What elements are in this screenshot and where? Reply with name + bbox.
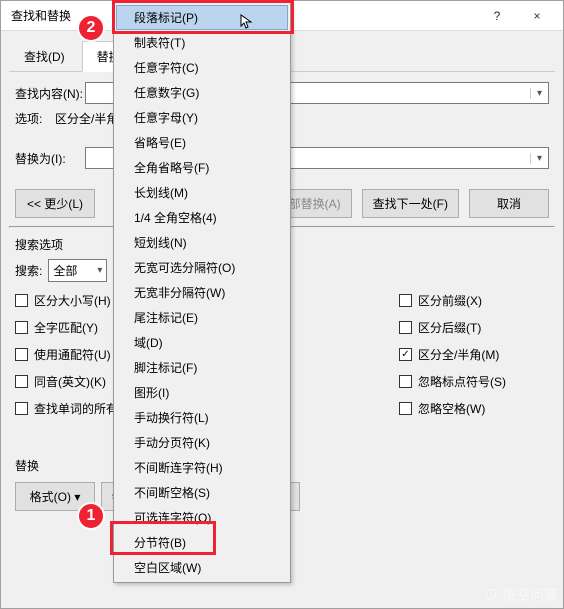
search-direction-select[interactable]: 全部 ▾: [48, 259, 107, 282]
special-format-menu: 段落标记(P)制表符(T)任意字符(C)任意数字(G)任意字母(Y)省略号(E)…: [113, 2, 291, 583]
checkbox-label: 区分前缀(X): [418, 292, 482, 309]
menu-item[interactable]: 脚注标记(F): [116, 355, 288, 380]
checkbox-label: 区分全/半角(M): [418, 346, 499, 363]
menu-item[interactable]: 全角省略号(F): [116, 155, 288, 180]
checkbox-box: [399, 375, 412, 388]
checkbox-label: 同音(英文)(K): [34, 373, 106, 390]
cancel-button[interactable]: 取消: [469, 189, 549, 218]
menu-item[interactable]: 不间断连字符(H): [116, 455, 288, 480]
checkbox-box: [15, 402, 28, 415]
checkbox-item[interactable]: 忽略空格(W): [399, 400, 549, 417]
options-label: 选项:: [15, 110, 55, 127]
dropdown-icon[interactable]: ▾: [530, 153, 548, 164]
checkbox-label: 区分大小写(H): [34, 292, 111, 309]
menu-item[interactable]: 无宽可选分隔符(O): [116, 255, 288, 280]
checkbox-item[interactable]: 区分全/半角(M): [399, 346, 549, 363]
checkbox-box: [15, 294, 28, 307]
menu-item[interactable]: 域(D): [116, 330, 288, 355]
checkbox-label: 忽略标点符号(S): [418, 373, 506, 390]
checkbox-label: 区分后缀(T): [418, 319, 481, 336]
checkbox-label: 全字匹配(Y): [34, 319, 98, 336]
menu-item[interactable]: 任意数字(G): [116, 80, 288, 105]
checkbox-box: [15, 348, 28, 361]
find-next-button[interactable]: 查找下一处(F): [362, 189, 459, 218]
menu-item[interactable]: 省略号(E): [116, 130, 288, 155]
checkbox-col-right: 区分前缀(X) 区分后缀(T) 区分全/半角(M) 忽略标点符号(S) 忽略空格(W): [399, 292, 549, 417]
checkbox-box: [399, 402, 412, 415]
checkbox-label: 忽略空格(W): [418, 400, 485, 417]
menu-item[interactable]: 长划线(M): [116, 180, 288, 205]
options-value: 区分全/半角: [55, 110, 118, 127]
checkbox-box: [399, 321, 412, 334]
less-button[interactable]: << 更少(L): [15, 189, 95, 218]
close-button[interactable]: ×: [517, 2, 557, 30]
menu-item[interactable]: 任意字符(C): [116, 55, 288, 80]
dropdown-icon[interactable]: ▾: [530, 88, 548, 99]
checkbox-box: [399, 348, 412, 361]
menu-item[interactable]: 分节符(B): [116, 530, 288, 555]
menu-item[interactable]: 空白区域(W): [116, 555, 288, 580]
watermark: ⊙ 悟空问答: [484, 585, 558, 605]
format-button[interactable]: 格式(O) ▾: [15, 482, 95, 511]
menu-item[interactable]: 可选连字符(O): [116, 505, 288, 530]
checkbox-item[interactable]: 忽略标点符号(S): [399, 373, 549, 390]
menu-item[interactable]: 手动分页符(K): [116, 430, 288, 455]
checkbox-item[interactable]: 区分前缀(X): [399, 292, 549, 309]
replace-label: 替换为(I):: [15, 150, 85, 167]
checkbox-box: [399, 294, 412, 307]
menu-item[interactable]: 不间断空格(S): [116, 480, 288, 505]
menu-item[interactable]: 制表符(T): [116, 30, 288, 55]
menu-item[interactable]: 尾注标记(E): [116, 305, 288, 330]
checkbox-box: [15, 321, 28, 334]
dropdown-icon: ▾: [97, 265, 102, 276]
checkbox-item[interactable]: 区分后缀(T): [399, 319, 549, 336]
search-label: 搜索:: [15, 262, 42, 279]
menu-item[interactable]: 手动换行符(L): [116, 405, 288, 430]
help-button[interactable]: ?: [477, 2, 517, 30]
menu-item[interactable]: 短划线(N): [116, 230, 288, 255]
dropdown-icon: ▾: [74, 490, 80, 504]
menu-item[interactable]: 1/4 全角空格(4): [116, 205, 288, 230]
checkbox-box: [15, 375, 28, 388]
checkbox-label: 使用通配符(U): [34, 346, 111, 363]
menu-item[interactable]: 图形(I): [116, 380, 288, 405]
menu-item[interactable]: 任意字母(Y): [116, 105, 288, 130]
menu-item[interactable]: 无宽非分隔符(W): [116, 280, 288, 305]
menu-item[interactable]: 段落标记(P): [116, 5, 288, 30]
find-label: 查找内容(N):: [15, 85, 85, 102]
tab-find[interactable]: 查找(D): [9, 41, 80, 71]
